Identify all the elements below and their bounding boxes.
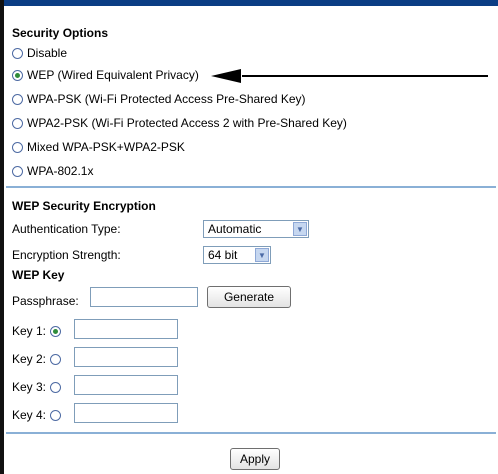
key2-radio[interactable]	[50, 353, 62, 365]
wpa-8021x-label: WPA-802.1x	[27, 164, 94, 178]
key2-input[interactable]	[74, 347, 178, 367]
key2-row: Key 2:	[12, 350, 65, 368]
encryption-strength-value: 64 bit	[208, 248, 238, 262]
wep-section-title: WEP Security Encryption	[12, 199, 156, 213]
disable-label: Disable	[27, 46, 68, 60]
wep-label: WEP (Wired Equivalent Privacy)	[27, 68, 199, 82]
wpa-psk-label: WPA-PSK (Wi-Fi Protected Access Pre-Shar…	[27, 92, 306, 106]
key3-radio[interactable]	[50, 381, 62, 393]
wpa-psk-radio[interactable]	[12, 93, 23, 105]
encryption-strength-label: Encryption Strength:	[12, 248, 121, 262]
callout-arrow-line	[242, 75, 488, 77]
chevron-down-icon[interactable]: ▼	[255, 248, 269, 262]
option-wep[interactable]: WEP (Wired Equivalent Privacy)	[12, 66, 199, 84]
mixed-radio[interactable]	[12, 141, 23, 153]
key4-row: Key 4:	[12, 406, 65, 424]
key3-label: Key 3:	[12, 380, 47, 394]
wep-radio[interactable]	[12, 69, 23, 81]
key1-label: Key 1:	[12, 324, 47, 338]
wep-key-title: WEP Key	[12, 268, 65, 282]
auth-type-select[interactable]: Automatic ▼	[203, 220, 309, 238]
option-wpa2-psk[interactable]: WPA2-PSK (Wi-Fi Protected Access 2 with …	[12, 114, 347, 132]
key1-input[interactable]	[74, 319, 178, 339]
generate-button[interactable]: Generate	[207, 286, 291, 308]
key2-label: Key 2:	[12, 352, 47, 366]
security-options-title: Security Options	[12, 26, 109, 40]
key4-label: Key 4:	[12, 408, 47, 422]
disable-radio[interactable]	[12, 47, 23, 59]
apply-divider	[6, 432, 496, 434]
chevron-down-icon[interactable]: ▼	[293, 222, 307, 236]
callout-arrow-head	[211, 69, 241, 83]
passphrase-label: Passphrase:	[12, 294, 79, 308]
section-divider	[6, 186, 496, 188]
key1-row: Key 1:	[12, 322, 65, 340]
wpa2-psk-label: WPA2-PSK (Wi-Fi Protected Access 2 with …	[27, 116, 347, 130]
auth-type-value: Automatic	[208, 222, 262, 236]
mixed-label: Mixed WPA-PSK+WPA2-PSK	[27, 140, 185, 154]
settings-panel: Security Options Disable WEP (Wired Equi…	[4, 6, 498, 474]
key4-input[interactable]	[74, 403, 178, 423]
wpa2-psk-radio[interactable]	[12, 117, 23, 129]
apply-button[interactable]: Apply	[230, 448, 280, 470]
option-wpa-psk[interactable]: WPA-PSK (Wi-Fi Protected Access Pre-Shar…	[12, 90, 306, 108]
key4-radio[interactable]	[50, 409, 62, 421]
auth-type-label: Authentication Type:	[12, 222, 121, 236]
wpa-8021x-radio[interactable]	[12, 165, 23, 177]
key1-radio[interactable]	[50, 325, 62, 337]
passphrase-input[interactable]	[90, 287, 198, 307]
encryption-strength-select[interactable]: 64 bit ▼	[203, 246, 271, 264]
option-wpa-8021x[interactable]: WPA-802.1x	[12, 162, 93, 180]
option-mixed[interactable]: Mixed WPA-PSK+WPA2-PSK	[12, 138, 185, 156]
key3-row: Key 3:	[12, 378, 65, 396]
key3-input[interactable]	[74, 375, 178, 395]
option-disable[interactable]: Disable	[12, 44, 67, 62]
